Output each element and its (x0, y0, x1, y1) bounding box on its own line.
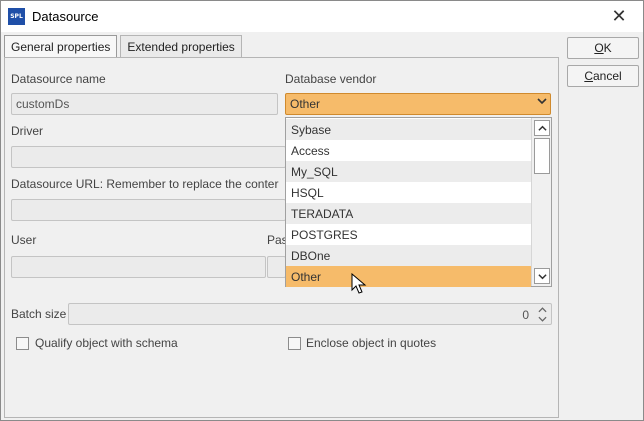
cancel-label-rest: ancel (592, 69, 622, 83)
scroll-thumb[interactable] (534, 138, 550, 174)
window-title: Datasource (32, 9, 99, 24)
vendor-option-access[interactable]: Access (286, 140, 531, 161)
batch-size-value: 0 (522, 308, 529, 322)
batch-size-spinner[interactable]: 0 (68, 303, 552, 325)
password-input[interactable] (267, 256, 286, 278)
app-logo-icon: SPL (8, 8, 25, 25)
title-bar: SPL Datasource ✕ (1, 1, 643, 32)
cancel-button[interactable]: Cancel (567, 65, 639, 87)
chevron-up-icon (537, 125, 547, 131)
vendor-option-postgres[interactable]: POSTGRES (286, 224, 531, 245)
user-label: User (11, 233, 37, 247)
chevron-down-icon (537, 273, 547, 279)
tab-bar: General properties Extended properties (4, 35, 245, 58)
scroll-down-button[interactable] (534, 268, 550, 284)
datasource-name-input[interactable]: customDs (11, 93, 278, 115)
datasource-url-input[interactable] (11, 199, 286, 221)
ok-label-rest: K (603, 41, 612, 55)
datasource-name-label: Datasource name (11, 72, 106, 86)
vendor-option-mysql[interactable]: My_SQL (286, 161, 531, 182)
batch-size-label: Batch size (11, 307, 67, 321)
datasource-url-label: Datasource URL: Remember to replace the … (11, 177, 279, 191)
close-button[interactable]: ✕ (601, 3, 637, 30)
database-vendor-dropdown-list: Sybase Access My_SQL HSQL TERADATA POSTG… (285, 117, 552, 287)
ok-button[interactable]: OK (567, 37, 639, 59)
chevron-down-icon[interactable] (536, 315, 548, 323)
tab-general-properties[interactable]: General properties (4, 35, 118, 58)
chevron-down-icon (537, 96, 547, 109)
vendor-option-hsql[interactable]: HSQL (286, 182, 531, 203)
vendor-option-dbone[interactable]: DBOne (286, 245, 531, 266)
vendor-option-teradata[interactable]: TERADATA (286, 203, 531, 224)
close-icon: ✕ (611, 6, 627, 26)
vendor-option-other[interactable]: Other (286, 266, 531, 287)
enclose-quotes-checkbox[interactable] (288, 337, 301, 350)
dropdown-scrollbar[interactable] (531, 118, 551, 286)
driver-input[interactable] (11, 146, 286, 168)
database-vendor-value: Other (290, 97, 321, 111)
scroll-up-button[interactable] (534, 120, 550, 136)
cancel-mnemonic: C (584, 69, 593, 83)
driver-label: Driver (11, 124, 43, 138)
database-vendor-select[interactable]: Other (285, 93, 551, 115)
qualify-schema-checkbox[interactable] (16, 337, 29, 350)
user-input[interactable] (11, 256, 266, 278)
mouse-pointer-icon (351, 273, 367, 294)
ok-mnemonic: O (594, 41, 604, 55)
datasource-dialog: SPL Datasource ✕ General properties Exte… (0, 0, 644, 421)
tab-extended-properties[interactable]: Extended properties (120, 35, 242, 57)
qualify-schema-label: Qualify object with schema (35, 336, 178, 350)
vendor-option-sybase[interactable]: Sybase (286, 119, 531, 140)
database-vendor-label: Database vendor (285, 72, 377, 86)
chevron-up-icon[interactable] (536, 306, 548, 314)
enclose-quotes-label: Enclose object in quotes (306, 336, 437, 350)
